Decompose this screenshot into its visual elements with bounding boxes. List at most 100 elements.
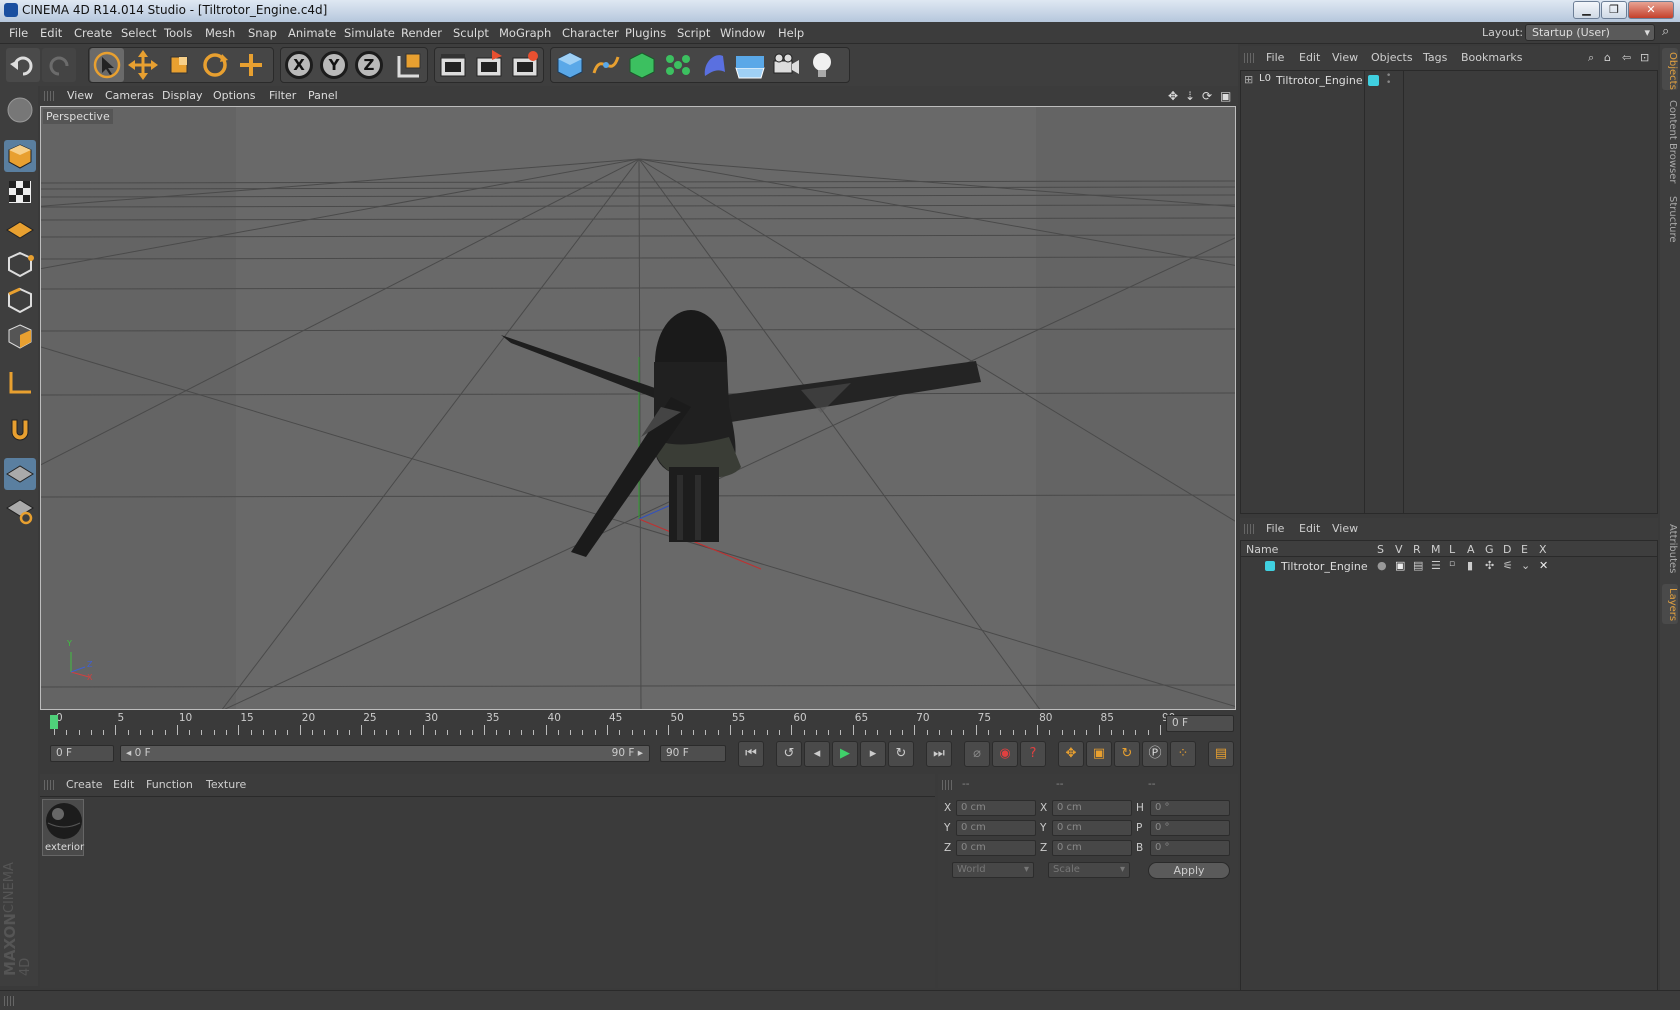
- menu-script[interactable]: Script: [677, 26, 710, 40]
- expression-toggle-icon[interactable]: ⌄: [1521, 559, 1530, 572]
- timeline-window-icon[interactable]: ▤: [1208, 741, 1234, 767]
- toggle-view-icon[interactable]: ▣: [1220, 89, 1231, 103]
- axis-mode-icon[interactable]: [4, 366, 36, 398]
- autokey-icon[interactable]: ◉: [992, 741, 1018, 767]
- apply-button[interactable]: Apply: [1148, 862, 1230, 879]
- render-clapper-icon[interactable]: ▤: [1413, 559, 1423, 572]
- timeline-ruler[interactable]: 051015202530354045505560657075808590 0 F: [40, 712, 1238, 738]
- viewport-menu-filter[interactable]: Filter: [269, 89, 296, 102]
- menu-mesh[interactable]: Mesh: [205, 26, 235, 40]
- key-position-icon[interactable]: ✥: [1058, 741, 1084, 767]
- layer-color-swatch[interactable]: [1265, 561, 1275, 571]
- cube-primitive-icon[interactable]: [553, 48, 587, 82]
- perspective-viewport[interactable]: Y X Z Perspective: [40, 106, 1236, 710]
- lm-menu-view[interactable]: View: [1332, 522, 1358, 535]
- position-y-field[interactable]: 0 cm: [956, 820, 1036, 836]
- model-mode-icon[interactable]: [4, 140, 36, 172]
- size-y-field[interactable]: 0 cm: [1052, 820, 1132, 836]
- workplane-mode-icon[interactable]: [4, 212, 36, 244]
- next-frame-icon[interactable]: ▸: [860, 741, 886, 767]
- render-picture-viewer-icon[interactable]: [472, 48, 506, 82]
- menu-select[interactable]: Select: [121, 26, 156, 40]
- animation-film-icon[interactable]: ▮: [1467, 559, 1473, 572]
- rotate-view-icon[interactable]: ⟳: [1202, 89, 1212, 103]
- panel-grip[interactable]: [1244, 524, 1254, 534]
- layout-dropdown[interactable]: Startup (User) ▾: [1525, 24, 1655, 41]
- close-button[interactable]: ✕: [1628, 1, 1674, 19]
- viewport-menu-display[interactable]: Display: [162, 89, 203, 102]
- tab-layers[interactable]: Layers: [1662, 584, 1678, 624]
- spline-icon[interactable]: [589, 48, 623, 82]
- scale-tool-icon[interactable]: [162, 48, 196, 82]
- column-generators[interactable]: G: [1485, 543, 1494, 556]
- size-z-field[interactable]: 0 cm: [1052, 840, 1132, 856]
- make-editable-icon[interactable]: [4, 94, 36, 126]
- start-frame-field[interactable]: 0 F: [50, 745, 114, 762]
- floor-environment-icon[interactable]: [733, 48, 767, 82]
- texture-mode-icon[interactable]: [4, 176, 36, 208]
- redo-icon[interactable]: [42, 48, 76, 82]
- previous-frame-icon[interactable]: ◂: [804, 741, 830, 767]
- polygons-mode-icon[interactable]: [4, 320, 36, 352]
- menu-file[interactable]: File: [9, 26, 28, 40]
- light-icon[interactable]: [805, 48, 839, 82]
- generator-toggle-icon[interactable]: ✣: [1485, 559, 1494, 572]
- material-menu-edit[interactable]: Edit: [113, 778, 134, 791]
- mograph-cloner-icon[interactable]: [661, 48, 695, 82]
- tab-structure[interactable]: Structure: [1662, 192, 1678, 244]
- x-axis-button[interactable]: X: [285, 51, 313, 79]
- frame-range-slider[interactable]: ◂ 0 F 90 F ▸: [120, 745, 650, 762]
- lock-icon[interactable]: ▫: [1449, 559, 1455, 569]
- om-menu-tags[interactable]: Tags: [1423, 51, 1447, 64]
- tab-objects[interactable]: Objects: [1662, 48, 1678, 90]
- menu-snap[interactable]: Snap: [248, 26, 277, 40]
- end-frame-field[interactable]: 90 F: [660, 745, 726, 762]
- go-to-end-icon[interactable]: ⏭: [926, 741, 952, 767]
- size-x-field[interactable]: 0 cm: [1052, 800, 1132, 816]
- panel-grip[interactable]: [942, 780, 952, 790]
- deformer-toggle-icon[interactable]: ⚟: [1503, 559, 1513, 572]
- snap-magnet-icon[interactable]: [4, 412, 36, 444]
- rotate-tool-icon[interactable]: [198, 48, 232, 82]
- panel-grip[interactable]: [44, 780, 54, 790]
- move-tool-icon[interactable]: [126, 48, 160, 82]
- maximize-button[interactable]: ❐: [1601, 1, 1627, 19]
- deformer-icon[interactable]: [697, 48, 731, 82]
- xref-toggle-icon[interactable]: ✕: [1539, 559, 1548, 572]
- go-to-start-icon[interactable]: ⏮: [738, 741, 764, 767]
- column-locked[interactable]: L: [1449, 543, 1455, 556]
- tab-content-browser[interactable]: Content Browser: [1662, 96, 1678, 186]
- playhead[interactable]: [50, 715, 58, 729]
- material-menu-function[interactable]: Function: [146, 778, 193, 791]
- panel-grip[interactable]: [44, 91, 54, 101]
- om-menu-edit[interactable]: Edit: [1299, 51, 1320, 64]
- column-deformers[interactable]: D: [1503, 543, 1511, 556]
- previous-key-icon[interactable]: ↺: [776, 741, 802, 767]
- menu-help[interactable]: Help: [778, 26, 804, 40]
- menu-sculpt[interactable]: Sculpt: [453, 26, 489, 40]
- size-mode-dropdown[interactable]: Scale ▾: [1048, 862, 1130, 878]
- new-view-icon[interactable]: ⊡: [1640, 51, 1649, 64]
- material-menu-create[interactable]: Create: [66, 778, 103, 791]
- view-eye-icon[interactable]: ▣: [1395, 559, 1405, 572]
- menu-character[interactable]: Character: [562, 26, 619, 40]
- points-mode-icon[interactable]: [4, 248, 36, 280]
- search-icon[interactable]: ⌕: [1588, 51, 1594, 65]
- object-row[interactable]: ⊞ L0 Tiltrotor_Engine • •: [1241, 72, 1657, 89]
- layer-color-swatch[interactable]: [1368, 75, 1379, 86]
- menu-simulate[interactable]: Simulate: [344, 26, 395, 40]
- layer-row[interactable]: Tiltrotor_Engine ● ▣ ▤ ☰ ▫ ▮ ✣ ⚟ ⌄ ✕: [1241, 559, 1657, 575]
- undo-icon[interactable]: [6, 48, 40, 82]
- menu-edit[interactable]: Edit: [40, 26, 62, 40]
- position-z-field[interactable]: 0 cm: [956, 840, 1036, 856]
- key-parameter-icon[interactable]: Ⓟ: [1142, 741, 1168, 767]
- column-view[interactable]: V: [1395, 543, 1403, 556]
- menu-mograph[interactable]: MoGraph: [499, 26, 551, 40]
- menu-window[interactable]: Window: [720, 26, 765, 40]
- z-axis-button[interactable]: Z: [355, 51, 383, 79]
- material-menu-texture[interactable]: Texture: [206, 778, 246, 791]
- pan-view-icon[interactable]: ✥: [1168, 89, 1178, 103]
- column-animation[interactable]: A: [1467, 543, 1475, 556]
- column-expressions[interactable]: E: [1521, 543, 1528, 556]
- coordinate-space-dropdown[interactable]: World ▾: [952, 862, 1034, 878]
